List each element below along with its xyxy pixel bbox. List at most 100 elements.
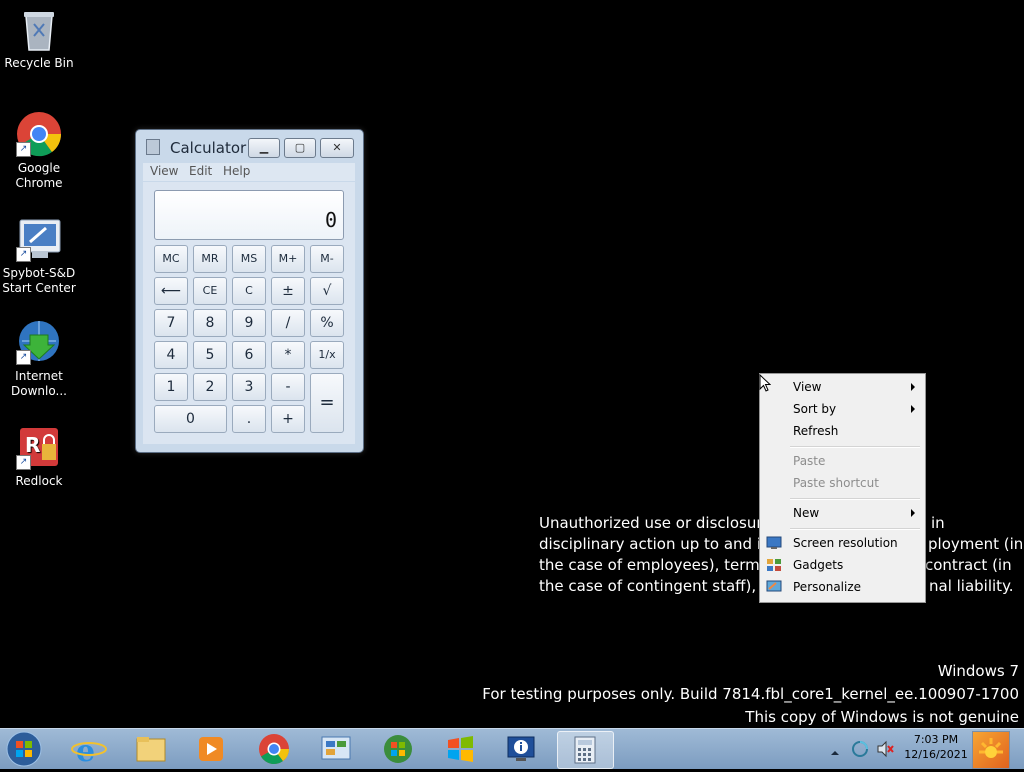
taskbar-calculator[interactable] xyxy=(557,731,614,769)
key-decimal[interactable]: . xyxy=(232,405,266,433)
watermark-line: Windows 7 xyxy=(937,662,1019,680)
menu-item-new[interactable]: New xyxy=(793,502,918,524)
clock-time: 7:03 PM xyxy=(913,733,959,746)
clock[interactable]: 7:03 PM 12/16/2021 xyxy=(900,733,972,761)
show-desktop-button[interactable] xyxy=(972,731,1010,769)
key-3[interactable]: 3 xyxy=(232,373,266,401)
start-button[interactable] xyxy=(4,730,44,768)
menu-separator xyxy=(790,528,920,530)
network-tray-button[interactable] xyxy=(851,740,869,758)
desktop-icon-label: Start Center xyxy=(2,281,76,295)
spybot-icon: ↗ xyxy=(16,216,62,262)
key-percent[interactable]: % xyxy=(310,309,344,337)
menu-item-view[interactable]: View xyxy=(793,376,918,398)
recycle-bin-icon xyxy=(16,6,62,52)
taskbar: e 7:03 PM 12/16/2021 xyxy=(0,728,1024,769)
key-6[interactable]: 6 xyxy=(232,341,266,369)
desktop-icon-label: Spybot-S&D xyxy=(2,266,76,280)
taskbar-internet-explorer[interactable]: e xyxy=(63,731,115,769)
calculator-display: 0 xyxy=(154,190,344,240)
key-2[interactable]: 2 xyxy=(193,373,227,401)
menu-item-paste: Paste xyxy=(793,454,826,468)
watermark-line: This copy of Windows is not genuine xyxy=(745,708,1019,726)
key-multiply[interactable]: * xyxy=(271,341,305,369)
internet-download-manager-icon: ↗ xyxy=(16,319,62,365)
menu-separator xyxy=(790,498,920,500)
taskbar-windows-update[interactable] xyxy=(372,731,424,767)
key-7[interactable]: 7 xyxy=(154,309,188,337)
warning-line: the case of contingent staff), and xyxy=(539,577,790,595)
maximize-button[interactable]: ▢ xyxy=(284,138,316,158)
key-sqrt[interactable]: √ xyxy=(310,277,344,305)
menu-item-screen-resolution[interactable]: Screen resolution xyxy=(793,532,918,554)
taskbar-windows-flag[interactable] xyxy=(434,731,486,767)
desktop-icon-label: Downlo... xyxy=(11,384,67,398)
menu-bar: View Edit Help xyxy=(143,163,355,181)
key-divide[interactable]: / xyxy=(271,309,305,337)
key-ce[interactable]: CE xyxy=(193,277,227,305)
key-minus[interactable]: - xyxy=(271,373,305,401)
calculator-window[interactable]: Calculator ▁ ▢ ✕ View Edit Help 0 MC MR … xyxy=(135,129,364,453)
svg-text:e: e xyxy=(76,734,95,767)
desktop-icon-label: Chrome xyxy=(15,176,63,190)
redlock-icon: R ↗ xyxy=(16,424,62,470)
menu-item-label: View xyxy=(793,380,822,394)
svg-text:R: R xyxy=(25,433,40,457)
key-m-minus[interactable]: M- xyxy=(310,245,344,273)
desktop-icon-google-chrome[interactable]: ↗ Google Chrome xyxy=(2,111,76,191)
key-backspace[interactable]: ⟵ xyxy=(154,277,188,305)
desktop-icon-recycle-bin[interactable]: Recycle Bin xyxy=(2,6,76,71)
key-0[interactable]: 0 xyxy=(154,405,227,433)
warning-line: nal liability. xyxy=(929,577,1014,595)
key-9[interactable]: 9 xyxy=(232,309,266,337)
desktop-icon-spybot[interactable]: ↗ Spybot-S&D Start Center xyxy=(2,216,76,296)
submenu-arrow-icon xyxy=(911,509,915,517)
taskbar-info-app[interactable] xyxy=(496,731,548,767)
submenu-arrow-icon xyxy=(911,405,915,413)
calculator-titlebar[interactable]: Calculator ▁ ▢ ✕ xyxy=(136,130,363,160)
key-equals[interactable]: = xyxy=(310,373,344,433)
key-plus[interactable]: + xyxy=(271,405,305,433)
key-ms[interactable]: MS xyxy=(232,245,266,273)
desktop-icon-redlock[interactable]: R ↗ Redlock xyxy=(2,424,76,489)
key-4[interactable]: 4 xyxy=(154,341,188,369)
key-plus-minus[interactable]: ± xyxy=(271,277,305,305)
menu-item-personalize[interactable]: Personalize xyxy=(793,576,918,598)
menu-item-refresh[interactable]: Refresh xyxy=(793,420,918,442)
windows-orb-icon xyxy=(6,731,42,767)
key-c[interactable]: C xyxy=(232,277,266,305)
taskbar-file-explorer[interactable] xyxy=(125,731,177,767)
menu-help[interactable]: Help xyxy=(223,164,250,178)
warning-line: contract (in xyxy=(925,556,1012,574)
volume-muted-icon xyxy=(877,740,894,758)
close-button[interactable]: ✕ xyxy=(320,138,354,158)
key-m-plus[interactable]: M+ xyxy=(271,245,305,273)
taskbar-control-panel[interactable] xyxy=(310,731,362,767)
menu-item-sort-by[interactable]: Sort by xyxy=(793,398,918,420)
key-mr[interactable]: MR xyxy=(193,245,227,273)
warning-line: the case of employees), terminat xyxy=(539,556,789,574)
key-1[interactable]: 1 xyxy=(154,373,188,401)
key-5[interactable]: 5 xyxy=(193,341,227,369)
shortcut-arrow-icon: ↗ xyxy=(16,247,31,262)
desktop-icon-internet-download-manager[interactable]: ↗ Internet Downlo... xyxy=(2,319,76,399)
submenu-arrow-icon xyxy=(911,383,915,391)
volume-tray-button[interactable] xyxy=(876,740,894,758)
key-mc[interactable]: MC xyxy=(154,245,188,273)
control-panel-icon xyxy=(321,736,351,760)
minimize-button[interactable]: ▁ xyxy=(248,138,280,158)
menu-edit[interactable]: Edit xyxy=(189,164,212,178)
key-reciprocal[interactable]: 1/x xyxy=(310,341,344,369)
windows-flag-icon xyxy=(448,736,473,762)
desktop-icon-label: Google xyxy=(17,161,61,175)
show-hidden-icons-button[interactable] xyxy=(830,743,840,755)
menu-view[interactable]: View xyxy=(150,164,178,178)
key-8[interactable]: 8 xyxy=(193,309,227,337)
menu-item-paste-shortcut: Paste shortcut xyxy=(793,476,879,490)
menu-item-gadgets[interactable]: Gadgets xyxy=(793,554,918,576)
taskbar-google-chrome[interactable] xyxy=(248,731,300,767)
minimize-icon: ▁ xyxy=(259,141,269,154)
desktop-icon-label: Internet xyxy=(15,369,63,383)
taskbar-media-player[interactable] xyxy=(185,731,237,767)
warning-line: ployment (in xyxy=(928,535,1024,553)
